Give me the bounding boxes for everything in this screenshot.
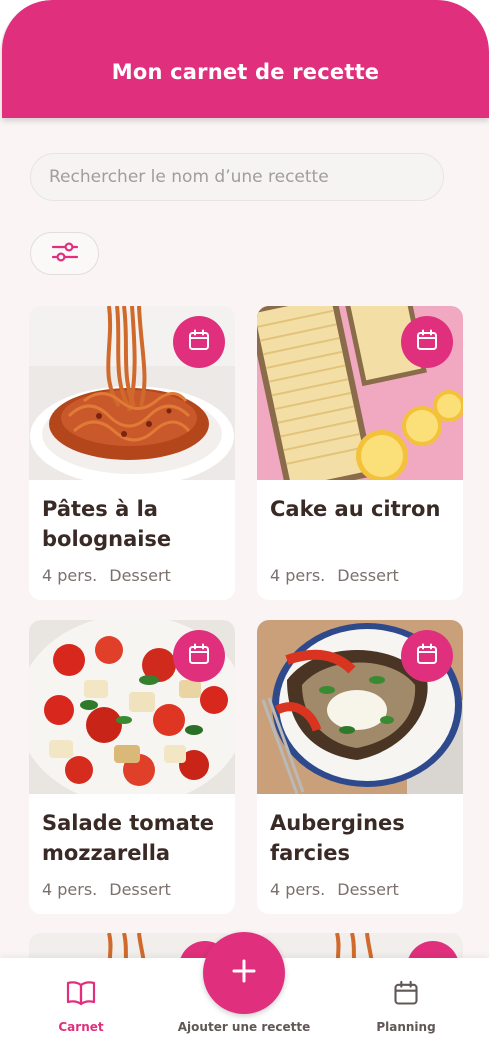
calendar-icon	[415, 328, 439, 356]
calendar-icon	[187, 328, 211, 356]
recipe-title: Salade tomate mozzarella	[42, 811, 215, 865]
recipe-card[interactable]: Aubergines farcies 4 pers. Dessert	[257, 620, 463, 914]
page-title: Mon carnet de recette	[111, 60, 380, 84]
recipe-servings: 4 pers.	[42, 566, 98, 585]
recipe-servings: 4 pers.	[42, 880, 98, 899]
app-header: Mon carnet de recette	[2, 0, 489, 118]
add-recipe-button[interactable]	[203, 932, 285, 1014]
filter-button[interactable]	[30, 232, 99, 275]
recipe-category: Dessert	[109, 566, 171, 585]
add-to-planning-button[interactable]	[173, 630, 225, 682]
recipe-category: Dessert	[337, 880, 399, 899]
nav-planning[interactable]: Planning	[365, 958, 447, 1054]
calendar-icon	[415, 642, 439, 670]
recipe-meta: 4 pers. Dessert	[270, 566, 399, 585]
recipe-title: Aubergines farcies	[270, 811, 405, 865]
recipe-card[interactable]: Salade tomate mozzarella 4 pers. Dessert	[29, 620, 235, 914]
recipe-title: Pâtes à la bolognaise	[42, 497, 172, 551]
recipe-servings: 4 pers.	[270, 880, 326, 899]
recipe-card[interactable]: Cake au citron 4 pers. Dessert	[257, 306, 463, 600]
nav-carnet[interactable]: Carnet	[40, 958, 122, 1054]
calendar-icon	[187, 642, 211, 670]
recipe-servings: 4 pers.	[270, 566, 326, 585]
recipe-card[interactable]: Pâtes à la bolognaise 4 pers. Dessert	[29, 306, 235, 600]
plus-icon	[231, 958, 257, 988]
recipe-category: Dessert	[337, 566, 399, 585]
book-icon	[66, 980, 96, 1010]
nav-add-label: Ajouter une recette	[177, 1020, 311, 1034]
recipe-meta: 4 pers. Dessert	[270, 880, 399, 899]
nav-planning-label: Planning	[376, 1020, 436, 1034]
recipe-title: Cake au citron	[270, 497, 441, 521]
add-to-planning-button[interactable]	[173, 316, 225, 368]
add-to-planning-button[interactable]	[401, 630, 453, 682]
recipe-meta: 4 pers. Dessert	[42, 880, 171, 899]
sliders-icon	[50, 241, 80, 267]
add-to-planning-button[interactable]	[401, 316, 453, 368]
app-screen: Mon carnet de recette Rechercher le nom …	[0, 0, 489, 1054]
search-input[interactable]	[30, 153, 444, 201]
nav-carnet-label: Carnet	[58, 1020, 104, 1034]
recipe-meta: 4 pers. Dessert	[42, 566, 171, 585]
recipe-category: Dessert	[109, 880, 171, 899]
calendar-icon	[392, 979, 420, 1011]
